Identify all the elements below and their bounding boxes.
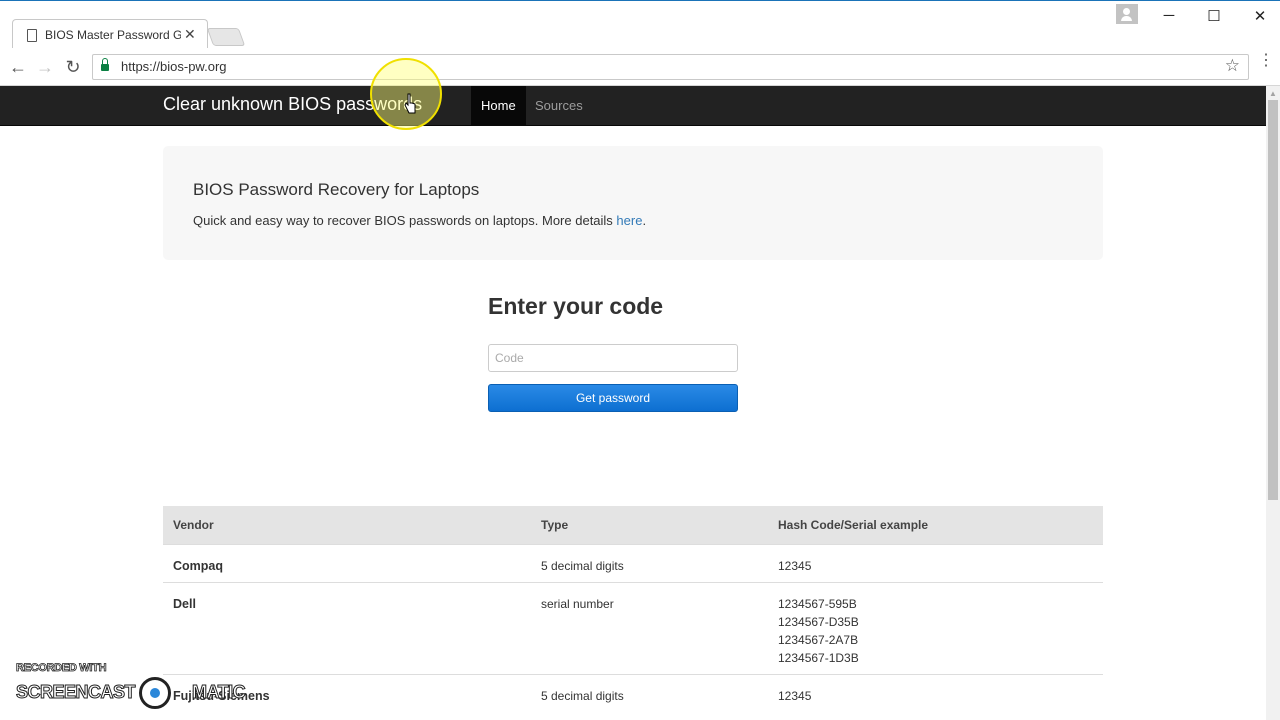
- table-row: Fujitsu-Siemens 5 decimal digits 12345: [163, 674, 1103, 712]
- example-cell: 1234567-595B 1234567-D35B 1234567-2A7B 1…: [778, 595, 859, 667]
- url-text: https://bios-pw.org: [121, 59, 227, 74]
- tab-close-icon[interactable]: ✕: [184, 26, 196, 43]
- intro-text: Quick and easy way to recover BIOS passw…: [193, 213, 646, 228]
- vendor-table: Vendor Type Hash Code/Serial example Com…: [163, 506, 1103, 712]
- intro-panel: BIOS Password Recovery for Laptops Quick…: [163, 146, 1103, 260]
- vendor-cell: Dell: [173, 597, 196, 611]
- lock-icon: [101, 58, 109, 72]
- type-cell: serial number: [541, 597, 614, 611]
- browser-toolbar: ← → ↻ https://bios-pw.org ☆ ⋮: [0, 48, 1280, 86]
- back-arrow-icon[interactable]: ←: [7, 56, 29, 78]
- minimize-button[interactable]: ─: [1155, 7, 1183, 27]
- watermark-matic: MATIC: [191, 682, 246, 703]
- new-tab-button[interactable]: [206, 28, 246, 46]
- browser-menu-icon[interactable]: ⋮: [1258, 53, 1274, 69]
- nav-item-sources[interactable]: Sources: [525, 86, 593, 126]
- example-serial: 1234567-2A7B: [778, 633, 859, 647]
- column-header-vendor: Vendor: [173, 518, 214, 532]
- address-bar[interactable]: https://bios-pw.org ☆: [92, 54, 1249, 80]
- close-window-button[interactable]: ✕: [1246, 7, 1274, 27]
- site-navbar: Clear unknown BIOS passwords Home Source…: [0, 86, 1266, 126]
- example-serial: 1234567-D35B: [778, 615, 859, 629]
- screencast-logo-icon: [139, 677, 171, 709]
- watermark-recorded-with: RECORDED WITH: [16, 662, 107, 675]
- example-serial: 1234567-595B: [778, 597, 857, 611]
- browser-tab-strip: BIOS Master Password G ✕ ─ ☐ ✕: [0, 0, 1280, 49]
- page-icon: [27, 29, 37, 42]
- watermark-screencast: SCREENCAST: [15, 682, 136, 703]
- intro-title: BIOS Password Recovery for Laptops: [193, 180, 480, 199]
- profile-button[interactable]: [1116, 4, 1138, 24]
- forward-arrow-icon[interactable]: →: [34, 56, 56, 78]
- nav-item-home[interactable]: Home: [471, 86, 526, 126]
- column-header-example: Hash Code/Serial example: [778, 518, 929, 532]
- browser-tab[interactable]: BIOS Master Password G ✕: [12, 19, 208, 49]
- code-input[interactable]: [488, 344, 738, 372]
- form-heading: Enter your code: [488, 293, 664, 319]
- table-row: Compaq 5 decimal digits 12345: [163, 544, 1103, 582]
- intro-text-suffix: .: [642, 213, 647, 228]
- page-scrollbar[interactable]: ▲: [1266, 86, 1280, 720]
- tab-title: BIOS Master Password G: [45, 28, 181, 42]
- maximize-button[interactable]: ☐: [1200, 7, 1228, 27]
- screencast-watermark: RECORDED WITH SCREENCAST MATIC: [15, 660, 246, 710]
- hand-cursor-icon: [404, 93, 416, 114]
- column-header-type: Type: [541, 518, 569, 532]
- get-password-button[interactable]: Get password: [488, 384, 738, 412]
- more-details-link[interactable]: here: [616, 213, 642, 228]
- person-icon-body: [1121, 16, 1132, 21]
- person-icon: [1123, 8, 1130, 15]
- type-cell: 5 decimal digits: [541, 559, 624, 573]
- type-cell: 5 decimal digits: [541, 689, 624, 703]
- example-cell: 12345: [778, 559, 812, 573]
- scroll-up-arrow-icon[interactable]: ▲: [1269, 89, 1277, 98]
- example-serial: 1234567-1D3B: [778, 651, 859, 665]
- bookmark-star-icon[interactable]: ☆: [1225, 56, 1240, 76]
- table-header: Vendor Type Hash Code/Serial example: [163, 506, 1103, 544]
- vendor-cell: Compaq: [173, 559, 223, 573]
- reload-icon[interactable]: ↻: [62, 56, 84, 78]
- example-cell: 12345: [778, 689, 812, 703]
- intro-text-body: Quick and easy way to recover BIOS passw…: [193, 213, 617, 228]
- table-row: Dell serial number 1234567-595B 1234567-…: [163, 582, 1103, 674]
- scroll-thumb[interactable]: [1268, 100, 1278, 500]
